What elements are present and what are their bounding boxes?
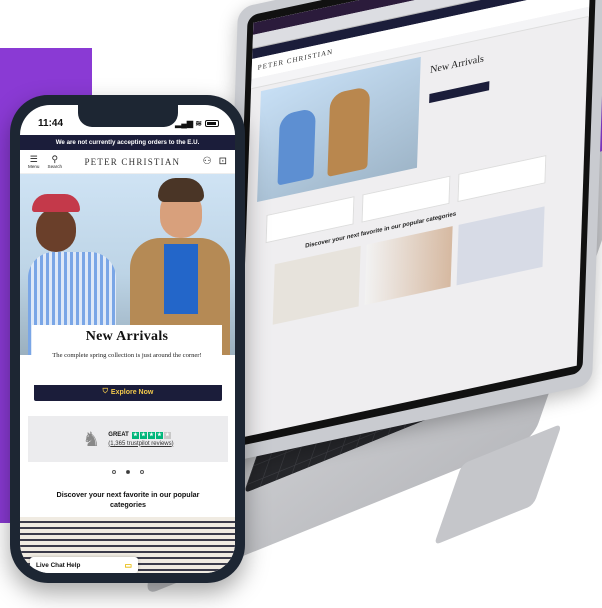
carousel-dot[interactable]: [111, 470, 116, 474]
laptop-hero-text: New Arrivals: [428, 39, 550, 135]
carousel-dot[interactable]: [139, 470, 144, 474]
laptop-bezel: PETER CHRISTIAN New Arrivals Discover yo…: [232, 0, 598, 448]
site-header: ☰ Menu ⚲ Search PETER CHRISTIAN ⚇ ⊡: [20, 150, 235, 174]
laptop-category-tile[interactable]: [364, 226, 453, 306]
notice-banner: We are not currently accepting orders to…: [20, 135, 235, 150]
status-icons: ▂▄▆ ≋: [175, 119, 219, 128]
star-icon: ★: [163, 431, 171, 439]
discover-heading: Discover your next favorite in our popul…: [56, 490, 200, 509]
laptop-mockup: PETER CHRISTIAN New Arrivals Discover yo…: [142, 0, 602, 604]
carousel-dots: [20, 470, 235, 474]
hero-title: New Arrivals: [85, 329, 169, 344]
hero-card: New Arrivals The complete spring collect…: [32, 325, 222, 385]
star-rating: ★ ★ ★ ★ ★: [131, 431, 171, 439]
carousel-dot-active[interactable]: [125, 470, 130, 474]
hamburger-icon: ☰: [29, 153, 38, 164]
live-chat-button[interactable]: Live Chat Help ▭: [30, 557, 138, 573]
shopping-bag-icon: ⛉: [102, 388, 108, 395]
chat-label: Live Chat Help: [36, 561, 81, 569]
explore-now-button[interactable]: ⛉ Explore Now: [34, 383, 222, 401]
laptop-hero-person: [327, 85, 371, 177]
trustpilot-widget[interactable]: ♞ GREAT ★ ★ ★ ★ ★ (1,365 trustpilot reviews): [28, 416, 228, 462]
search-icon: ⚲: [51, 153, 59, 164]
rabbit-logo-icon: ♞: [82, 428, 101, 451]
rating-word: GREAT: [108, 432, 129, 438]
review-count[interactable]: (1,365 trustpilot reviews): [108, 441, 173, 447]
hero-image: New Arrivals The complete spring collect…: [20, 174, 235, 385]
laptop-category-tile[interactable]: [272, 245, 361, 325]
laptop-lid: PETER CHRISTIAN New Arrivals Discover yo…: [222, 0, 602, 464]
battery-icon: [205, 119, 219, 127]
laptop-hero-person: [277, 107, 316, 186]
search-label: Search: [47, 163, 63, 169]
phone-screen: 11:44 ▂▄▆ ≋ We are not currently accepti…: [20, 105, 235, 573]
laptop-screen: PETER CHRISTIAN New Arrivals Discover yo…: [238, 0, 592, 439]
star-icon: ★: [139, 431, 147, 439]
brand-logo[interactable]: PETER CHRISTIAN: [84, 157, 180, 167]
star-icon: ★: [155, 431, 163, 439]
menu-button[interactable]: ☰ Menu: [28, 153, 40, 169]
phone-notch: [78, 105, 178, 127]
star-icon: ★: [131, 431, 139, 439]
signal-wifi-icon: ▂▄▆ ≋: [175, 118, 202, 128]
chat-icon: ▭: [124, 560, 132, 570]
bag-icon[interactable]: ⊡: [219, 156, 227, 167]
phone-mockup: 11:44 ▂▄▆ ≋ We are not currently accepti…: [10, 95, 245, 583]
laptop-explore-button[interactable]: [429, 81, 490, 104]
search-button[interactable]: ⚲ Search: [47, 153, 63, 169]
user-icon[interactable]: ⚇: [203, 156, 212, 167]
explore-label: Explore Now: [110, 388, 154, 396]
menu-label: Menu: [28, 163, 40, 169]
status-time: 11:44: [38, 117, 64, 129]
hero-subtitle: The complete spring collection is just a…: [52, 352, 202, 359]
laptop-promo-card[interactable]: [457, 155, 547, 203]
laptop-category-tile[interactable]: [456, 206, 545, 286]
star-icon: ★: [147, 431, 155, 439]
